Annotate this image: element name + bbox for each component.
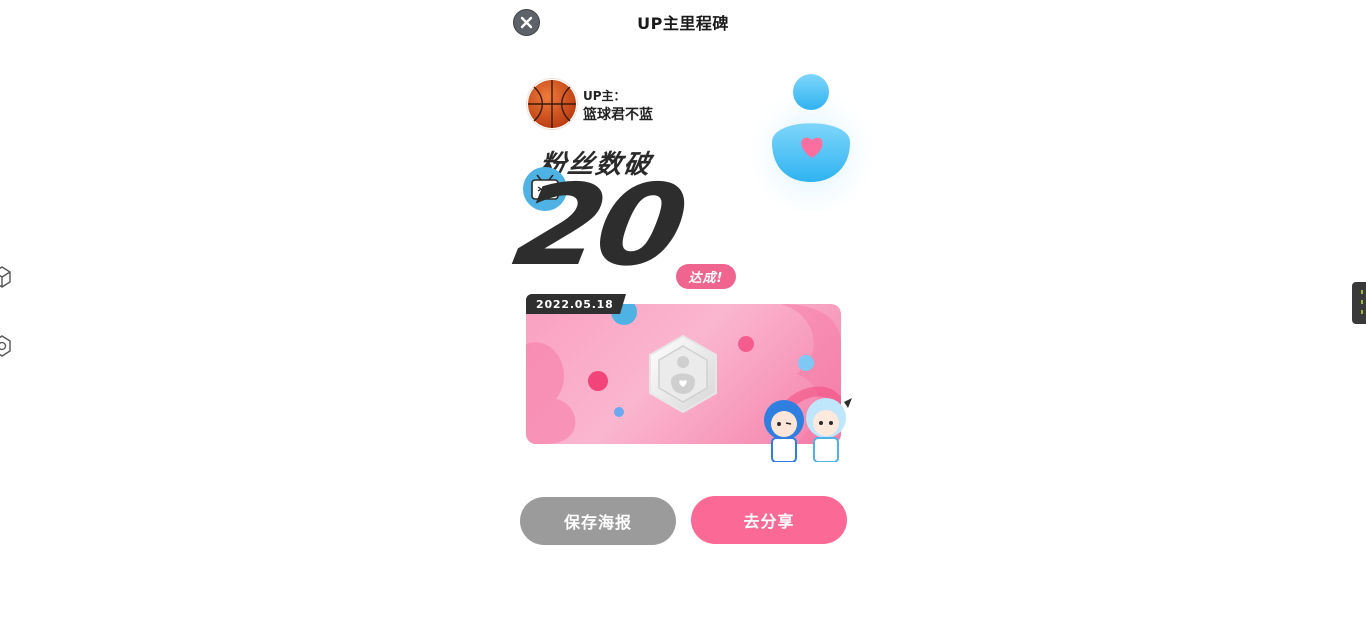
- cube-icon[interactable]: [0, 265, 12, 289]
- achieved-badge: 达成!: [676, 264, 736, 289]
- close-icon: [520, 16, 533, 29]
- side-panel-handle[interactable]: [1352, 282, 1366, 324]
- up-label: UP主：: [583, 89, 626, 103]
- milestone-number: 20: [505, 161, 691, 291]
- date-label: 2022.05.18: [526, 294, 626, 314]
- hexagon-fan-medal-icon: [649, 334, 717, 414]
- share-button[interactable]: 去分享: [691, 496, 847, 544]
- save-poster-button[interactable]: 保存海报: [520, 497, 676, 545]
- up-name: 篮球君不蓝: [583, 107, 653, 123]
- avatar[interactable]: [526, 78, 578, 130]
- hexagon-outline-icon[interactable]: [0, 334, 12, 358]
- page-title: UP主里程碑: [637, 14, 729, 33]
- fan-heart-figure: [750, 74, 876, 212]
- milestone-poster: UP主： 篮球君不蓝 粉丝数破 20 达成! 2022.05.18: [506, 62, 876, 462]
- mascot-characters: [764, 398, 852, 462]
- basketball-avatar: [527, 79, 577, 129]
- close-button[interactable]: [513, 9, 540, 36]
